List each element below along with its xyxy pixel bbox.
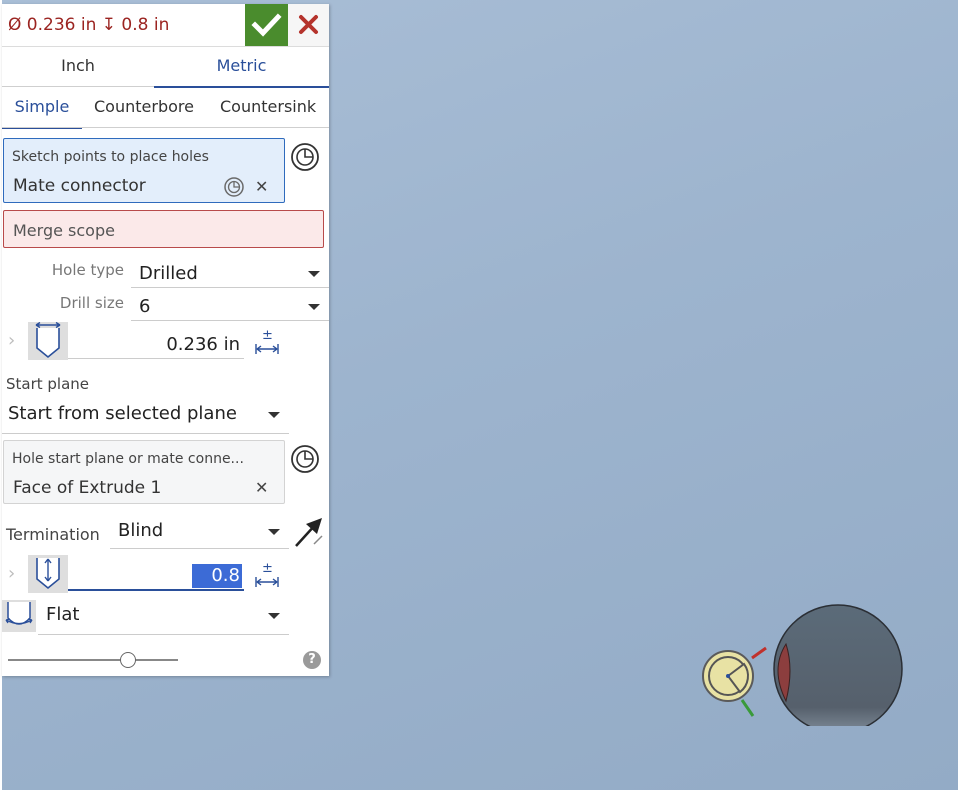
depth-value[interactable]: 0.8 in bbox=[192, 564, 242, 610]
merge-scope-label: Merge scope bbox=[13, 221, 115, 240]
drill-size-dropdown[interactable]: 6 bbox=[131, 293, 329, 321]
opposite-direction-icon[interactable] bbox=[292, 516, 326, 548]
divider bbox=[38, 634, 289, 635]
cylinder-face[interactable] bbox=[773, 604, 903, 726]
slider-track bbox=[8, 659, 178, 661]
drill-size-label: Drill size bbox=[59, 294, 124, 312]
hole-type-dropdown[interactable]: Drilled bbox=[131, 260, 329, 288]
tab-simple[interactable]: Simple bbox=[2, 89, 82, 129]
hole-type-value: Drilled bbox=[139, 263, 198, 284]
start-plane-value: Start from selected plane bbox=[8, 403, 237, 424]
cancel-button[interactable] bbox=[288, 4, 329, 46]
diameter-value[interactable]: 0.236 in bbox=[166, 334, 240, 355]
tab-countersink[interactable]: Countersink bbox=[220, 89, 316, 127]
flat-bottom-icon bbox=[2, 600, 36, 632]
chevron-down-icon bbox=[308, 304, 320, 310]
start-plane-selection-value: Face of Extrude 1 bbox=[13, 478, 162, 498]
chevron-down-icon bbox=[308, 271, 320, 277]
termination-dropdown[interactable]: Blind bbox=[110, 517, 289, 547]
slider-thumb[interactable] bbox=[120, 652, 136, 668]
divider bbox=[2, 433, 289, 434]
divider bbox=[131, 287, 329, 288]
merge-scope-field[interactable]: Merge scope bbox=[3, 210, 324, 248]
hole-type-label: Hole type bbox=[51, 261, 124, 279]
start-plane-selection-field[interactable]: Hole start plane or mate conne... Face o… bbox=[3, 440, 285, 504]
active-field-underline bbox=[68, 589, 244, 591]
tip-dropdown[interactable]: Flat bbox=[38, 601, 289, 631]
tip-value: Flat bbox=[46, 604, 80, 625]
start-plane-selection-title: Hole start plane or mate conne... bbox=[12, 451, 244, 467]
dialog-header: Ø 0.236 in ↧ 0.8 in bbox=[2, 4, 329, 47]
divider bbox=[110, 548, 289, 549]
hole-diameter-icon bbox=[28, 322, 68, 360]
clear-selection-icon[interactable]: ✕ bbox=[255, 177, 268, 196]
close-icon bbox=[299, 15, 318, 34]
divider bbox=[68, 358, 244, 359]
tab-inch[interactable]: Inch bbox=[2, 46, 154, 87]
hole-summary: Ø 0.236 in ↧ 0.8 in bbox=[8, 15, 170, 35]
width-arrows-icon bbox=[255, 577, 279, 587]
tab-counterbore[interactable]: Counterbore bbox=[94, 89, 194, 127]
termination-label: Termination bbox=[6, 525, 100, 544]
mate-connector-icon[interactable] bbox=[290, 444, 320, 474]
accept-button[interactable] bbox=[245, 4, 288, 46]
help-icon[interactable]: ? bbox=[303, 651, 321, 669]
termination-value: Blind bbox=[118, 520, 164, 541]
sketch-points-title: Sketch points to place holes bbox=[12, 149, 209, 165]
width-arrows-icon bbox=[255, 344, 279, 354]
depth-tolerance-button[interactable]: ± bbox=[254, 561, 280, 591]
preview-slider[interactable] bbox=[8, 650, 178, 670]
mate-connector-icon[interactable] bbox=[223, 176, 245, 198]
chevron-down-icon bbox=[268, 613, 280, 619]
mate-connector-icon[interactable] bbox=[290, 142, 320, 172]
start-plane-label: Start plane bbox=[6, 375, 90, 393]
plus-minus-icon: ± bbox=[262, 561, 273, 576]
drill-size-value: 6 bbox=[139, 296, 151, 317]
hole-depth-icon bbox=[28, 555, 68, 593]
chevron-right-icon[interactable]: › bbox=[8, 563, 15, 584]
chevron-right-icon[interactable]: › bbox=[8, 330, 15, 351]
chevron-down-icon bbox=[268, 412, 280, 418]
clear-selection-icon[interactable]: ✕ bbox=[255, 478, 268, 497]
divider bbox=[2, 127, 329, 128]
sketch-points-value: Mate connector bbox=[13, 176, 146, 196]
sketch-points-selection-field[interactable]: Sketch points to place holes Mate connec… bbox=[3, 138, 285, 203]
model-scene[interactable] bbox=[690, 596, 910, 726]
y-axis-line bbox=[740, 699, 755, 717]
hole-feature-dialog: Ø 0.236 in ↧ 0.8 in Inch Metric Simple C… bbox=[2, 4, 329, 676]
plus-minus-icon: ± bbox=[262, 328, 273, 343]
tab-metric[interactable]: Metric bbox=[154, 46, 329, 88]
start-plane-dropdown[interactable]: Start from selected plane bbox=[2, 400, 289, 430]
divider bbox=[131, 320, 329, 321]
diameter-tolerance-button[interactable]: ± bbox=[254, 328, 280, 358]
checkmark-icon bbox=[251, 13, 282, 37]
chevron-down-icon bbox=[268, 529, 280, 535]
